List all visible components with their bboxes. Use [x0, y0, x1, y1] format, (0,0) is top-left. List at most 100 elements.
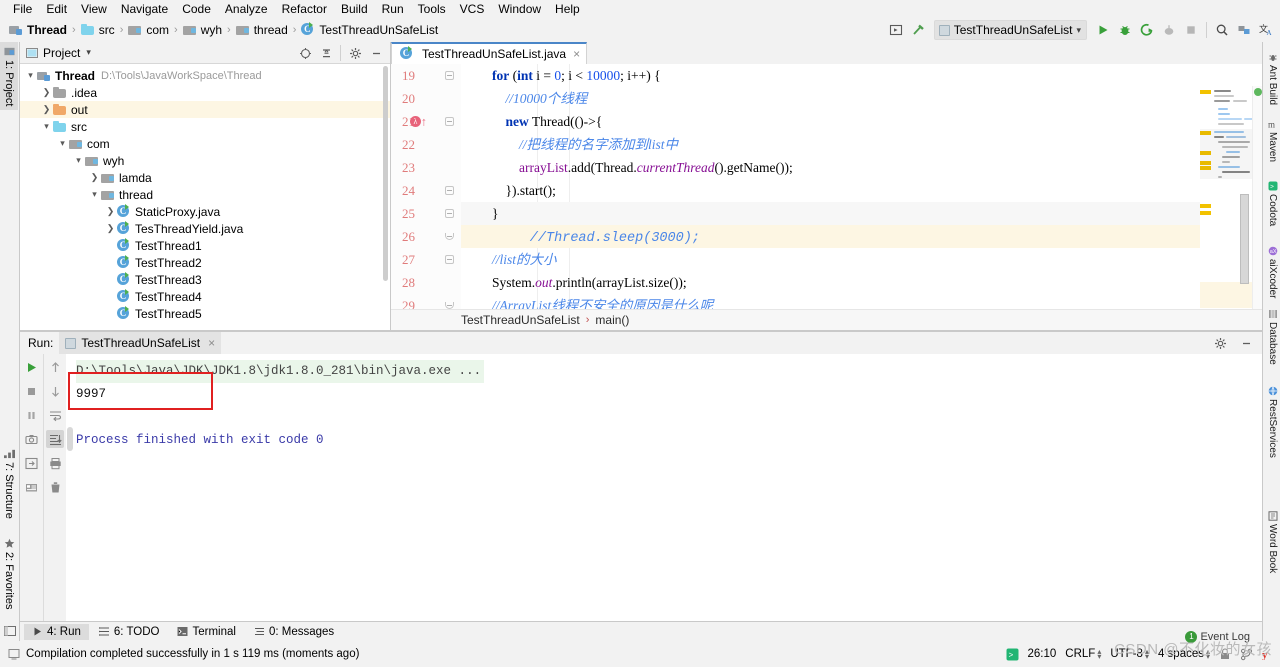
- menu-item-analyze[interactable]: Analyze: [218, 1, 275, 18]
- preview-icon[interactable]: [886, 20, 906, 40]
- menu-item-window[interactable]: Window: [491, 1, 548, 18]
- build-hammer-icon[interactable]: [908, 20, 928, 40]
- bottom-tab-terminal[interactable]: Terminal: [169, 624, 243, 640]
- export-icon[interactable]: [23, 454, 41, 472]
- run-configuration-selector[interactable]: TestThreadUnSafeList ▾: [933, 20, 1087, 40]
- window-layout-icon[interactable]: [4, 625, 16, 637]
- code-fold-icon[interactable]: [443, 110, 456, 133]
- chevron-down-icon[interactable]: ▾: [88, 189, 101, 200]
- code-line[interactable]: //list的大小: [461, 248, 1262, 271]
- caret-position[interactable]: 26:10: [1028, 648, 1057, 660]
- settings-gear-icon[interactable]: [1210, 333, 1230, 353]
- rerun-icon[interactable]: [23, 358, 41, 376]
- tree-node-testthread1[interactable]: · TestThread1: [20, 237, 390, 254]
- notification-icon[interactable]: y: [1262, 648, 1274, 660]
- console-scrollbar[interactable]: [67, 427, 73, 451]
- sidebar-item-maven[interactable]: m Maven: [1265, 115, 1280, 166]
- menu-item-file[interactable]: File: [6, 1, 39, 18]
- breadcrumb-item-wyh[interactable]: wyh: [180, 22, 225, 38]
- tree-node-staticproxy-java[interactable]: ❯ StaticProxy.java: [20, 203, 390, 220]
- tree-node-lamda[interactable]: ❯ lamda: [20, 169, 390, 186]
- error-stripe[interactable]: [1252, 86, 1262, 310]
- chevron-down-icon[interactable]: ▾: [56, 138, 69, 149]
- project-scrollbar[interactable]: [382, 66, 389, 320]
- menu-item-refactor[interactable]: Refactor: [275, 1, 334, 18]
- profile-icon[interactable]: [1159, 20, 1179, 40]
- menu-item-view[interactable]: View: [74, 1, 114, 18]
- code-line[interactable]: for (int i = 0; i < 10000; i++) {: [461, 64, 1262, 87]
- menu-item-code[interactable]: Code: [175, 1, 218, 18]
- sidebar-item-database[interactable]: Database: [1265, 305, 1280, 369]
- soft-wrap-icon[interactable]: [46, 406, 64, 424]
- bottom-tab-6--todo[interactable]: 6: TODO: [91, 624, 168, 640]
- stop-icon[interactable]: [1181, 20, 1201, 40]
- code-line[interactable]: }: [461, 202, 1262, 225]
- bottom-tab-4--run[interactable]: 4: Run: [24, 623, 89, 640]
- menu-item-tools[interactable]: Tools: [411, 1, 453, 18]
- up-arrow-icon[interactable]: [46, 358, 64, 376]
- encoding-selector[interactable]: UTF-8 ▴ ▾: [1110, 648, 1149, 661]
- run-tab-testthreadunsafelist[interactable]: TestThreadUnSafeList ×: [59, 332, 222, 354]
- sidebar-item-codota[interactable]: > Codota: [1265, 177, 1280, 230]
- print-icon[interactable]: [46, 454, 64, 472]
- menu-item-build[interactable]: Build: [334, 1, 375, 18]
- code-fold-icon[interactable]: [443, 225, 456, 248]
- breadcrumb-item-com[interactable]: com: [125, 22, 172, 38]
- code-line[interactable]: arrayList.add(Thread.currentThread().get…: [461, 156, 1262, 179]
- tree-node-testthread2[interactable]: · TestThread2: [20, 254, 390, 271]
- tree-node--idea[interactable]: ❯ .idea: [20, 84, 390, 101]
- code-line[interactable]: }).start();: [461, 179, 1262, 202]
- breadcrumb-item-thread[interactable]: thread: [233, 22, 291, 38]
- scroll-to-end-icon[interactable]: [46, 430, 64, 448]
- settings-gear-icon[interactable]: [345, 43, 365, 63]
- breadcrumb-method[interactable]: main(): [595, 313, 629, 327]
- chevron-down-icon[interactable]: ▾: [40, 121, 53, 132]
- code-line[interactable]: new Thread(()->{: [461, 110, 1262, 133]
- sidebar-item-structure[interactable]: 7: Structure: [0, 444, 18, 523]
- chevron-right-icon[interactable]: ❯: [104, 206, 117, 217]
- tree-node-testthread4[interactable]: · TestThread4: [20, 288, 390, 305]
- code-line[interactable]: //10000个线程: [461, 87, 1262, 110]
- chevron-down-icon[interactable]: ▾: [72, 155, 85, 166]
- code-view[interactable]: 19 20 21 λ ↑ 22 23 24 25 26 27 28 29 for (int i = 0;…: [391, 64, 1262, 310]
- tree-node-testhreadyield-java[interactable]: ❯ TesThreadYield.java: [20, 220, 390, 237]
- tree-node-testthread3[interactable]: · TestThread3: [20, 271, 390, 288]
- translate-icon[interactable]: 文A: [1256, 20, 1276, 40]
- git-branch-icon[interactable]: [1240, 648, 1253, 661]
- chevron-right-icon[interactable]: ❯: [40, 87, 53, 98]
- debug-icon[interactable]: [1115, 20, 1135, 40]
- close-icon[interactable]: ×: [208, 336, 215, 350]
- chevron-right-icon[interactable]: ❯: [104, 223, 117, 234]
- tree-node-thread[interactable]: ▾ thread: [20, 186, 390, 203]
- camera-icon[interactable]: [23, 430, 41, 448]
- menu-item-help[interactable]: Help: [548, 1, 587, 18]
- chevron-right-icon[interactable]: ❯: [40, 104, 53, 115]
- code-fold-icon[interactable]: [443, 64, 456, 87]
- minimap-viewport[interactable]: [1240, 194, 1249, 284]
- event-log-button[interactable]: 1 Event Log: [1185, 631, 1250, 643]
- bottom-tab-0--messages[interactable]: 0: Messages: [246, 624, 342, 640]
- sidebar-item-project[interactable]: 1: Project: [0, 42, 18, 111]
- sidebar-item-aixcoder[interactable]: aX aiXcoder: [1265, 242, 1280, 302]
- editor-gutter[interactable]: 19 20 21 λ ↑ 22 23 24 25 26 27 28 29: [391, 64, 461, 310]
- menu-item-edit[interactable]: Edit: [39, 1, 74, 18]
- sidebar-item-rest-services[interactable]: RestServices: [1265, 382, 1280, 462]
- search-icon[interactable]: [1212, 20, 1232, 40]
- line-separator-selector[interactable]: CRLF ▴ ▾: [1065, 648, 1101, 661]
- code-lines[interactable]: for (int i = 0; i < 10000; i++) { //1000…: [461, 64, 1262, 310]
- code-line[interactable]: //ArrayList线程不安全的原因是什么呢: [461, 294, 1262, 310]
- hide-panel-icon[interactable]: [1236, 333, 1256, 353]
- tree-node-wyh[interactable]: ▾ wyh: [20, 152, 390, 169]
- code-line[interactable]: //Thread.sleep(3000);: [461, 225, 1262, 248]
- sidebar-item-favorites[interactable]: 2: Favorites: [0, 534, 18, 613]
- tree-node-src[interactable]: ▾ src: [20, 118, 390, 135]
- code-fold-icon[interactable]: [443, 294, 456, 310]
- code-line[interactable]: //把线程的名字添加到list中: [461, 133, 1262, 156]
- tree-node-thread[interactable]: ▾ Thread D:\Tools\JavaWorkSpace\Thread: [20, 67, 390, 84]
- menu-item-vcs[interactable]: VCS: [453, 1, 492, 18]
- hide-panel-icon[interactable]: [366, 43, 386, 63]
- editor-tab-testthreadunsafelist[interactable]: TestThreadUnSafeList.java ×: [391, 42, 588, 64]
- run-coverage-icon[interactable]: [1137, 20, 1157, 40]
- sidebar-item-ant-build[interactable]: Ant Build: [1265, 48, 1280, 109]
- lock-icon[interactable]: [1219, 648, 1231, 660]
